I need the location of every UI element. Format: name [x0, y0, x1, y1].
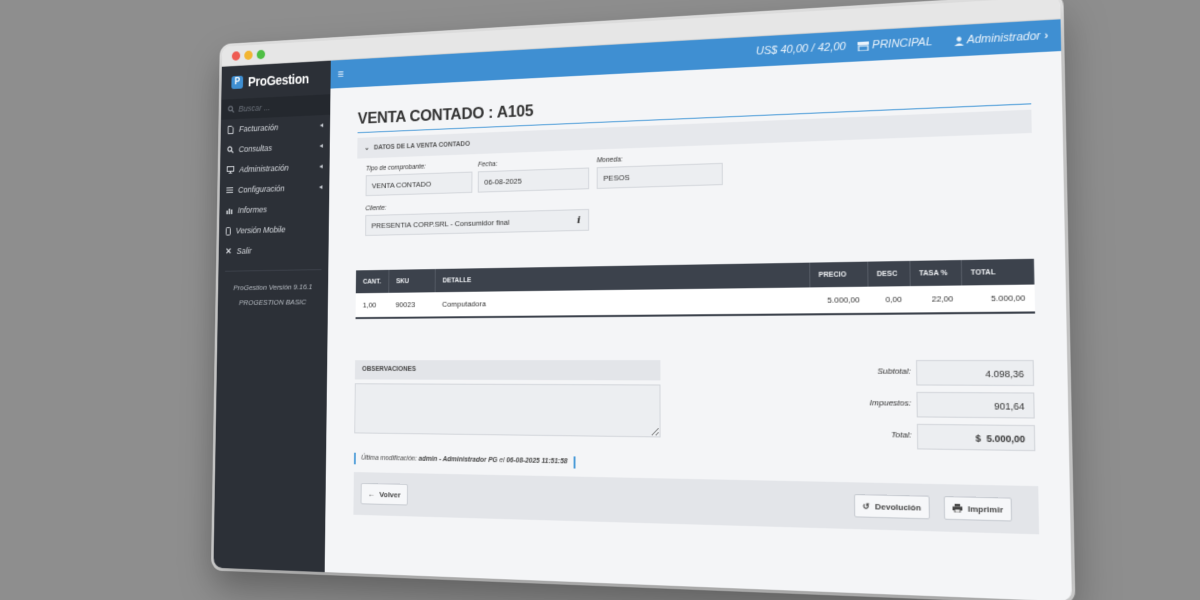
undo-icon: ↺	[862, 501, 870, 511]
arrow-left-icon: ←	[367, 489, 375, 499]
sidebar-item-label: Consultas	[238, 143, 273, 154]
items-table: CANT. SKU DETALLE PRECIO DESC TASA % TOT…	[355, 258, 1036, 319]
currency-rate: US$ 40,00 / 42,00	[755, 40, 846, 58]
store-icon	[857, 41, 869, 51]
close-icon: ✕	[225, 246, 232, 256]
brand[interactable]: P ProGestion	[221, 60, 331, 100]
print-label: Imprimir	[967, 503, 1004, 515]
brand-logo-icon: P	[231, 75, 244, 90]
cliente-field[interactable]: PRESENTIA CORP.SRL - Consumidor final i	[365, 208, 590, 236]
version-label: ProGestion Versión 9.16.1	[233, 282, 313, 293]
fecha-field[interactable]: 06-08-2025	[477, 167, 590, 193]
chevron-left-icon: ◂	[319, 141, 324, 150]
chevron-left-icon: ◂	[318, 182, 323, 191]
chevron-left-icon: ◂	[319, 161, 323, 171]
moneda-label: Moneda:	[596, 156, 623, 165]
refund-label: Devolución	[874, 501, 922, 513]
sale-panel: ⌄ DATOS DE LA VENTA CONTADO Tipo de comp…	[353, 109, 1040, 535]
principal-link[interactable]: PRINCIPAL	[857, 27, 932, 62]
search-icon	[228, 105, 235, 113]
chart-icon	[226, 208, 233, 215]
sidebar-item-label: Administración	[239, 163, 289, 175]
principal-label: PRINCIPAL	[872, 35, 933, 52]
file-icon	[227, 125, 234, 134]
audit-user: admin - Administrador PG	[418, 455, 498, 465]
sidebar-item-label: Configuración	[237, 183, 285, 195]
cell-tasa: 22,00	[910, 285, 963, 314]
print-button[interactable]: Imprimir	[943, 496, 1013, 522]
col-sku: SKU	[388, 269, 435, 293]
panel-title: DATOS DE LA VENTA CONTADO	[373, 140, 471, 151]
sidebar: P ProGestion Buscar ... Facturación ◂ Co…	[213, 60, 331, 573]
fecha-label: Fecha:	[477, 161, 498, 169]
cell-desc: 0,00	[868, 286, 911, 314]
user-name: Administrador	[966, 29, 1041, 47]
cell-total: 5.000,00	[961, 284, 1035, 314]
brand-name: ProGestion	[247, 71, 309, 90]
sidebar-item-label: Salir	[236, 246, 252, 256]
close-window-button[interactable]	[231, 51, 241, 61]
info-icon[interactable]: i	[577, 210, 581, 232]
audit-line: Última modificación: admin - Administrad…	[353, 452, 576, 469]
total-value: 5.000,00	[986, 433, 1026, 445]
sidebar-item-label: Facturación	[238, 122, 279, 134]
back-label: Volver	[379, 489, 401, 499]
sidebar-item-salir[interactable]: ✕ Salir	[219, 239, 329, 262]
search-input[interactable]: Buscar ...	[238, 103, 270, 114]
user-menu[interactable]: Administrador	[954, 20, 1041, 56]
impuestos-label: Impuestos:	[869, 397, 912, 408]
audit-connector: el	[499, 457, 505, 465]
sliders-icon	[226, 186, 233, 194]
sidebar-divider	[225, 269, 322, 272]
maximize-window-button[interactable]	[256, 49, 266, 60]
page-title: VENTA CONTADO : A105	[357, 101, 534, 128]
printer-icon	[952, 503, 963, 513]
sidebar-item-label: Informes	[237, 204, 268, 215]
hamburger-menu-icon[interactable]: ≡	[337, 60, 343, 88]
total-field: $ 5.000,00	[916, 423, 1036, 452]
back-button[interactable]: ← Volver	[360, 482, 408, 506]
main-content: VENTA CONTADO : A105 ⌄ DATOS DE LA VENTA…	[325, 51, 1072, 600]
edition-label: PROGESTION BASIC	[238, 297, 307, 307]
audit-prefix: Última modificación:	[361, 454, 417, 463]
col-cant: CANT.	[355, 269, 389, 294]
col-tasa: TASA %	[909, 260, 962, 287]
tipo-label: Tipo de comprobante:	[365, 163, 426, 173]
monitor-icon	[227, 166, 235, 174]
observaciones-header: OBSERVACIONES	[354, 360, 661, 381]
mobile-icon	[226, 227, 231, 235]
chevron-left-icon: ◂	[319, 120, 324, 130]
user-icon	[954, 36, 964, 46]
sidebar-item-informes[interactable]: Informes	[219, 197, 329, 221]
cell-sku: 90023	[388, 292, 435, 318]
cliente-label: Cliente:	[365, 204, 387, 213]
col-precio: PRECIO	[809, 261, 869, 288]
col-total: TOTAL	[961, 258, 1034, 286]
search-icon	[227, 146, 234, 154]
minimize-window-button[interactable]	[244, 50, 253, 61]
col-desc: DESC	[867, 260, 911, 287]
chevron-right-icon[interactable]: ›	[1044, 20, 1049, 52]
sidebar-menu: Facturación ◂ Consultas ◂ Administración…	[219, 115, 331, 262]
cell-detalle: Computadora	[434, 287, 811, 318]
chevron-down-icon: ⌄	[364, 144, 370, 152]
observaciones-textarea[interactable]	[354, 383, 661, 438]
tipo-field[interactable]: VENTA CONTADO	[365, 171, 473, 197]
refund-button[interactable]: ↺ Devolución	[853, 494, 930, 520]
impuestos-field: 901,64	[916, 391, 1035, 419]
subtotal-label: Subtotal:	[877, 366, 911, 376]
cell-cant: 1,00	[355, 292, 389, 319]
cell-precio: 5.000,00	[809, 286, 869, 315]
total-label: Total:	[890, 429, 912, 440]
audit-datetime: 06-08-2025 11:51:58	[506, 457, 568, 466]
total-currency: $	[975, 433, 981, 444]
sidebar-item-label: Versión Mobile	[235, 224, 286, 236]
moneda-field[interactable]: PESOS	[596, 162, 723, 189]
browser-window: ≡ US$ 40,00 / 42,00 PRINCIPAL Administra…	[213, 0, 1072, 600]
cliente-value: PRESENTIA CORP.SRL - Consumidor final	[371, 217, 510, 231]
subtotal-field: 4.098,36	[915, 360, 1035, 386]
action-bar: ← Volver ↺ Devolución Imprimir	[353, 472, 1040, 535]
sidebar-item-version-mobile[interactable]: Versión Mobile	[219, 218, 329, 241]
